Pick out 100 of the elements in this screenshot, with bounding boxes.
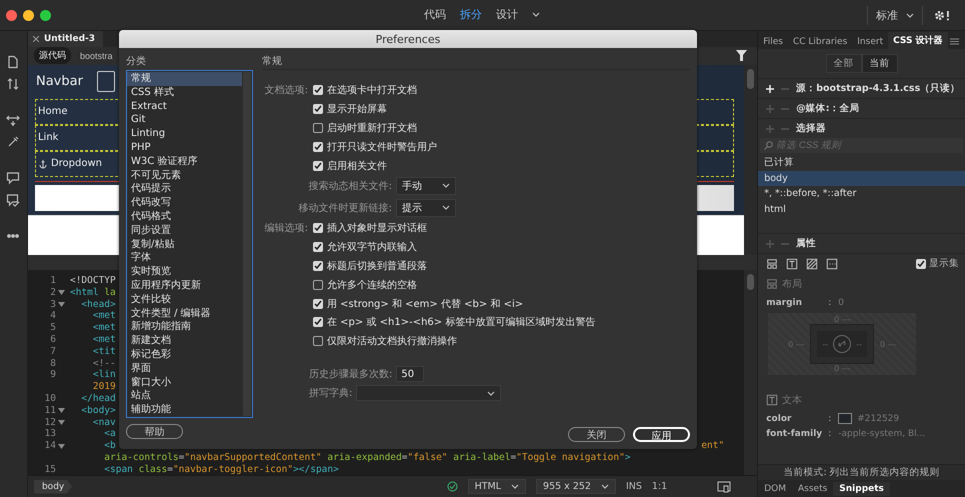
category-item[interactable]: 实时预览: [127, 265, 242, 279]
scope-toggle[interactable]: 全部: [826, 54, 862, 73]
panel-tab[interactable]: DOM: [758, 482, 792, 496]
panel-tab[interactable]: Snippets: [833, 482, 890, 496]
checkbox[interactable]: [313, 122, 323, 133]
tag-breadcrumb[interactable]: body: [34, 480, 72, 494]
category-item[interactable]: 窗口大小: [127, 376, 242, 390]
menu-icon[interactable]: [950, 38, 959, 45]
category-item[interactable]: 应用程序内更新: [127, 278, 242, 293]
eyedropper-icon[interactable]: [6, 135, 20, 149]
category-item[interactable]: 字体: [127, 251, 242, 266]
panel-tab[interactable]: CC Libraries: [788, 35, 852, 49]
category-item[interactable]: W3C 验证程序: [127, 154, 242, 169]
checkbox[interactable]: [313, 317, 323, 328]
close-window-icon[interactable]: [6, 10, 17, 20]
category-item[interactable]: 文件比较: [127, 292, 242, 307]
checkbox[interactable]: [313, 160, 323, 171]
fold-arrow-icon[interactable]: [58, 408, 66, 414]
viewport-size-select[interactable]: 955 x 252: [536, 479, 616, 494]
category-item[interactable]: 新增功能指南: [127, 320, 242, 334]
checkbox[interactable]: [313, 336, 323, 346]
category-item[interactable]: 代码提示: [127, 182, 242, 196]
checkbox[interactable]: [313, 260, 323, 271]
transfer-arrows-icon[interactable]: [6, 77, 20, 91]
link-icon[interactable]: [832, 334, 852, 354]
selector-item[interactable]: html: [758, 202, 965, 217]
workspace-menu[interactable]: 标准: [867, 6, 923, 24]
view-mode-tab[interactable]: 设计: [496, 7, 518, 22]
category-item[interactable]: CSS 样式: [127, 86, 242, 100]
text-icon: [766, 394, 778, 406]
fold-arrow-icon[interactable]: [58, 420, 66, 426]
comment-icon[interactable]: [6, 171, 20, 185]
text-icon[interactable]: [786, 258, 798, 270]
scrollbar[interactable]: [243, 72, 251, 416]
code-line: <met: [92, 310, 116, 322]
view-mode-tab[interactable]: 代码: [424, 7, 446, 22]
category-item[interactable]: 代码格式: [127, 210, 242, 224]
panel-tab[interactable]: Assets: [792, 482, 834, 496]
fold-arrow-icon[interactable]: [58, 302, 66, 308]
category-item[interactable]: Extract: [127, 100, 242, 114]
checkbox[interactable]: [313, 298, 323, 309]
language-select[interactable]: HTML: [468, 479, 526, 494]
document-tab[interactable]: Untitled-3: [28, 31, 104, 47]
category-item[interactable]: 站点: [127, 389, 242, 404]
selector-item[interactable]: *, *::before, *::after: [758, 186, 965, 202]
selector-item[interactable]: body: [758, 170, 965, 186]
checkbox[interactable]: [313, 142, 323, 152]
view-mode-tab[interactable]: 拆分: [460, 7, 482, 22]
device-preview-icon[interactable]: [717, 480, 732, 493]
layout-icon[interactable]: [766, 258, 778, 270]
category-item[interactable]: 常规: [127, 72, 242, 86]
background-icon[interactable]: [806, 258, 818, 270]
checkbox[interactable]: [313, 85, 323, 96]
checkbox[interactable]: [313, 242, 323, 252]
number-field[interactable]: 50: [396, 366, 424, 382]
close-icon[interactable]: [32, 36, 39, 42]
category-item[interactable]: 同步设置: [127, 224, 242, 238]
dialog-button[interactable]: 关闭: [568, 427, 625, 442]
category-item[interactable]: 界面: [127, 362, 242, 376]
settings-icon[interactable]: [933, 8, 951, 22]
resize-arrows-icon[interactable]: [6, 113, 20, 127]
mode-note: 当前模式: 列出当前所选内容的规则: [758, 464, 965, 480]
panel-tab[interactable]: CSS 设计器: [888, 32, 948, 49]
scrollbar-thumb[interactable]: [747, 68, 754, 89]
line-number: 14: [44, 440, 56, 452]
panel-tab[interactable]: Files: [758, 35, 788, 49]
checkbox[interactable]: [313, 280, 323, 290]
category-item[interactable]: Git: [127, 113, 242, 128]
category-item[interactable]: 新建文档: [127, 334, 242, 348]
category-item[interactable]: 辅助功能: [127, 403, 242, 417]
filter-icon[interactable]: [736, 50, 748, 62]
category-item[interactable]: Linting: [127, 127, 242, 141]
source-tab[interactable]: 源代码: [34, 47, 71, 64]
fold-arrow-icon[interactable]: [58, 444, 66, 449]
dropdown[interactable]: 提示: [396, 198, 456, 217]
code-fragment: ent": [701, 440, 724, 452]
zoom-window-icon[interactable]: [40, 10, 51, 20]
help-button[interactable]: 帮助: [126, 424, 183, 439]
color-swatch[interactable]: [838, 413, 852, 424]
scope-toggle[interactable]: 当前: [862, 54, 898, 73]
document-icon[interactable]: [6, 55, 20, 69]
minimize-window-icon[interactable]: [23, 10, 34, 20]
category-item[interactable]: 文件类型 / 编辑器: [127, 306, 242, 320]
checkbox-label: 在选项卡中打开文档: [327, 84, 417, 98]
category-item[interactable]: 复制/粘贴: [127, 238, 242, 252]
group-label: 编辑选项:: [264, 223, 308, 234]
checkbox[interactable]: [313, 104, 323, 114]
selector-item[interactable]: 已计算: [758, 155, 965, 170]
category-item[interactable]: 代码改写: [127, 196, 242, 210]
source-tab[interactable]: bootstra: [74, 48, 118, 63]
more-icon[interactable]: [826, 258, 838, 270]
scrollbar-thumb[interactable]: [747, 274, 754, 290]
fold-arrow-icon[interactable]: [58, 290, 66, 296]
panel-tab[interactable]: Insert: [852, 35, 888, 49]
dropdown[interactable]: 手动: [396, 176, 456, 195]
category-item[interactable]: 标记色彩: [127, 348, 242, 362]
checkbox[interactable]: [916, 258, 926, 268]
dialog-button[interactable]: 应用: [633, 427, 690, 442]
comment-check-icon[interactable]: [6, 193, 20, 207]
checkbox[interactable]: [313, 223, 323, 234]
